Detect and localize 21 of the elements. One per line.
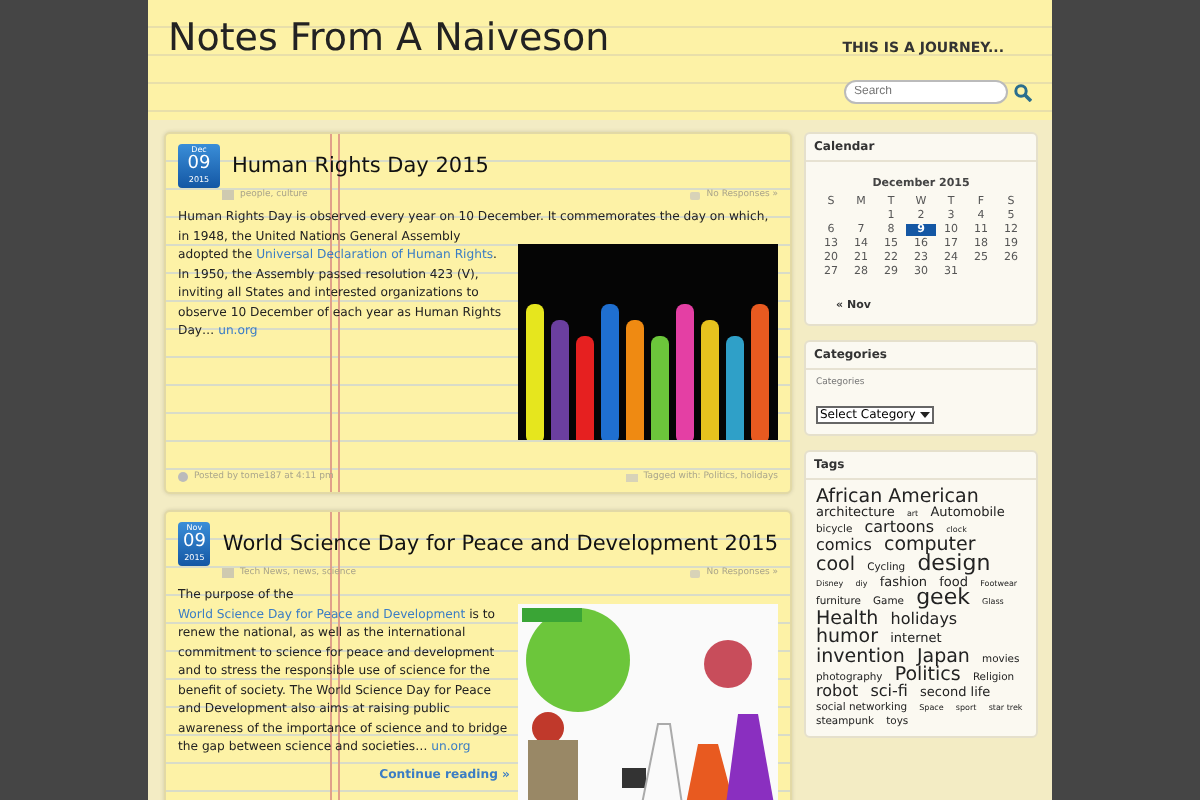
person-icon: [178, 472, 188, 482]
tag-link[interactable]: robot: [816, 684, 859, 700]
tag-link[interactable]: cool: [816, 556, 855, 575]
tag-link[interactable]: invention: [816, 647, 905, 666]
tag-link[interactable]: Politics: [894, 665, 961, 685]
tag-link[interactable]: sci-fi: [870, 684, 908, 700]
tag-link[interactable]: holidays: [890, 611, 958, 628]
tag-link[interactable]: computer: [883, 535, 976, 555]
tag-link[interactable]: cartoons: [864, 519, 935, 535]
post-title[interactable]: World Science Day for Peace and Development 2015: [222, 532, 778, 556]
tag-link[interactable]: humor: [816, 628, 879, 648]
tag-link[interactable]: design: [917, 554, 991, 576]
post-title[interactable]: Human Rights Day 2015: [232, 154, 489, 178]
tag-link[interactable]: African American: [816, 488, 979, 507]
tag-link[interactable]: geek: [916, 588, 970, 610]
tag-link[interactable]: Health: [816, 609, 879, 629]
search-icon[interactable]: [1014, 83, 1032, 101]
tag-link[interactable]: comics: [816, 537, 872, 554]
tag-link[interactable]: Japan: [916, 647, 970, 666]
site-title[interactable]: Notes From A Naiveson: [168, 16, 610, 60]
dropdown-arrow-icon: [919, 410, 930, 420]
